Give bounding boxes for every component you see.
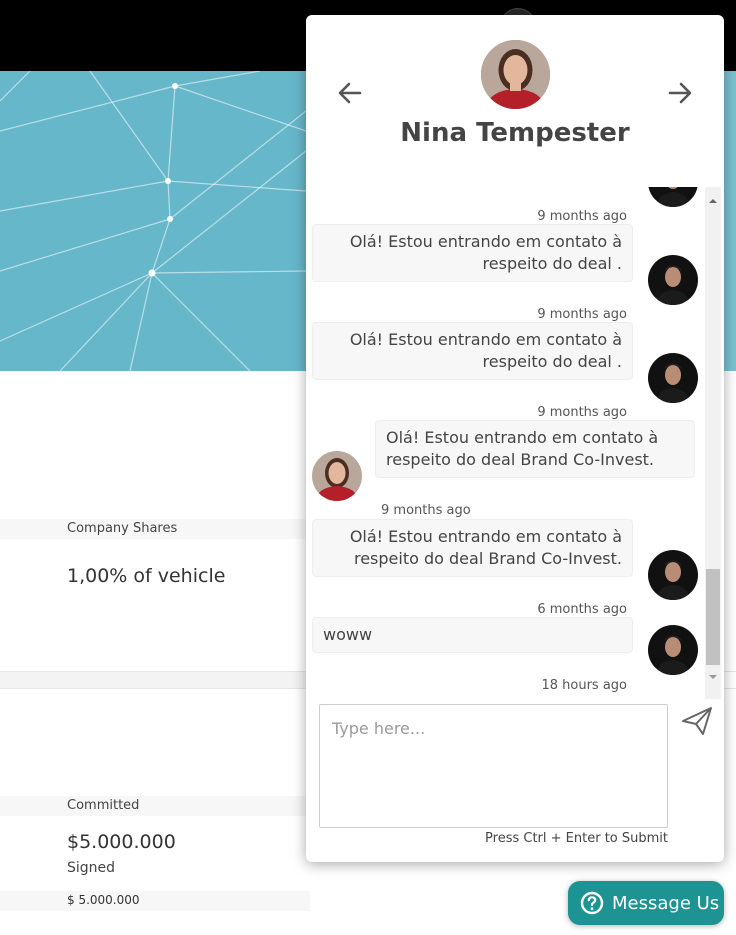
message-time: 18 hours ago — [541, 678, 627, 693]
committed-label: Committed — [67, 798, 140, 813]
message-bubble: Olá! Estou entrando em contato à respeit… — [312, 322, 633, 380]
message-time: 9 months ago — [537, 209, 627, 224]
field-label-background — [0, 891, 310, 911]
sender-avatar — [648, 550, 698, 600]
sender-avatar — [648, 353, 698, 403]
sender-avatar — [648, 625, 698, 675]
submit-hint: Press Ctrl + Enter to Submit — [485, 831, 668, 846]
message-input[interactable] — [319, 704, 668, 828]
signed-label: Signed — [67, 860, 116, 876]
company-shares-value: 1,00% of vehicle — [67, 565, 226, 587]
question-circle-icon — [580, 891, 604, 915]
scroll-thumb[interactable] — [706, 569, 720, 665]
message-bubble: woww — [312, 617, 633, 653]
sender-avatar — [648, 187, 698, 207]
company-shares-label: Company Shares — [67, 521, 178, 536]
arrow-right-icon[interactable] — [664, 77, 696, 109]
page: Company Shares 1,00% of vehicle Committe… — [0, 0, 736, 935]
contact-message-avatar — [312, 451, 362, 501]
scroll-up-icon[interactable] — [705, 195, 721, 207]
field-label-background — [0, 796, 310, 816]
message-us-button[interactable]: Message Us — [568, 881, 724, 925]
contact-name: Nina Tempester — [400, 118, 630, 148]
arrow-left-icon[interactable] — [334, 77, 366, 109]
message-time: 9 months ago — [537, 405, 627, 420]
chat-panel: Nina Tempester 9 months ago Olá! Estou e… — [306, 15, 724, 862]
message-us-label: Message Us — [612, 892, 720, 914]
send-icon[interactable] — [679, 703, 715, 739]
contact-avatar — [481, 40, 550, 109]
message-bubble: Olá! Estou entrando em contato à respeit… — [375, 420, 695, 478]
messages-scrollbar[interactable] — [705, 187, 721, 699]
message-time: 9 months ago — [381, 503, 471, 518]
message-bubble: Olá! Estou entrando em contato à respeit… — [312, 519, 633, 577]
scroll-down-icon[interactable] — [705, 671, 721, 683]
section-gap — [0, 672, 310, 689]
message-time: 6 months ago — [537, 602, 627, 617]
signed-value: $ 5.000.000 — [67, 893, 140, 907]
message-bubble: Olá! Estou entrando em contato à respeit… — [312, 224, 633, 282]
committed-value: $5.000.000 — [67, 831, 176, 853]
message-time: 9 months ago — [537, 307, 627, 322]
message-list[interactable]: 9 months ago Olá! Estou entrando em cont… — [306, 187, 724, 699]
sender-avatar — [648, 255, 698, 305]
